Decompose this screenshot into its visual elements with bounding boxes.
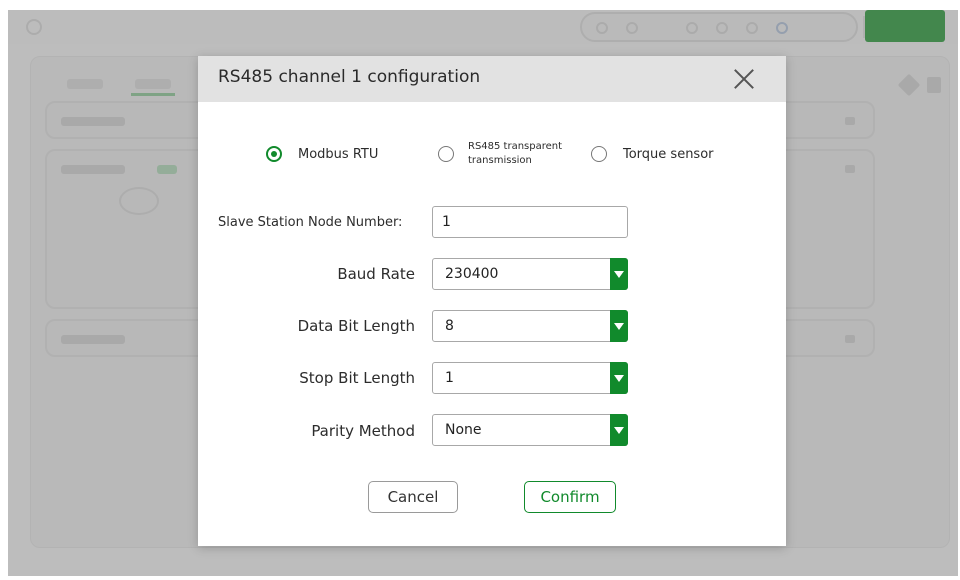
data-bit-label: Data Bit Length	[297, 317, 415, 335]
rs485-config-dialog: RS485 channel 1 configuration Modbus RTU…	[198, 56, 786, 546]
slave-node-input[interactable]: 1	[432, 206, 628, 238]
data-bit-select[interactable]: 8	[432, 310, 628, 342]
radio-indicator	[591, 146, 607, 162]
radio-label: Torque sensor	[623, 146, 714, 162]
slave-node-label: Slave Station Node Number:	[218, 215, 403, 230]
radio-torque-sensor[interactable]: Torque sensor	[591, 146, 714, 162]
chevron-down-icon[interactable]	[610, 362, 628, 394]
select-value: None	[445, 422, 482, 438]
stop-bit-label: Stop Bit Length	[299, 369, 415, 387]
chevron-down-icon[interactable]	[610, 258, 628, 290]
close-icon[interactable]	[732, 67, 756, 91]
radio-label-line: transmission	[468, 155, 532, 166]
select-value: 1	[445, 370, 454, 386]
parity-label: Parity Method	[311, 422, 415, 440]
select-value: 8	[445, 318, 454, 334]
radio-indicator	[266, 146, 282, 162]
baud-rate-select[interactable]: 230400	[432, 258, 628, 290]
parity-select[interactable]: None	[432, 414, 628, 446]
stop-bit-select[interactable]: 1	[432, 362, 628, 394]
chevron-down-icon[interactable]	[610, 310, 628, 342]
radio-modbus-rtu[interactable]: Modbus RTU	[266, 146, 378, 162]
cancel-button[interactable]: Cancel	[368, 481, 458, 513]
radio-label-line: RS485 transparent	[468, 141, 563, 152]
radio-indicator	[438, 146, 454, 162]
confirm-button[interactable]: Confirm	[524, 481, 616, 513]
radio-rs485-transparent[interactable]: RS485 transparent transmission	[438, 140, 562, 168]
dialog-title: RS485 channel 1 configuration	[218, 67, 481, 87]
baud-rate-label: Baud Rate	[337, 265, 415, 283]
dialog-header: RS485 channel 1 configuration	[198, 56, 786, 102]
radio-label: RS485 transparent transmission	[468, 140, 562, 168]
chevron-down-icon[interactable]	[610, 414, 628, 446]
select-value: 230400	[445, 266, 499, 282]
radio-label: Modbus RTU	[298, 146, 379, 162]
